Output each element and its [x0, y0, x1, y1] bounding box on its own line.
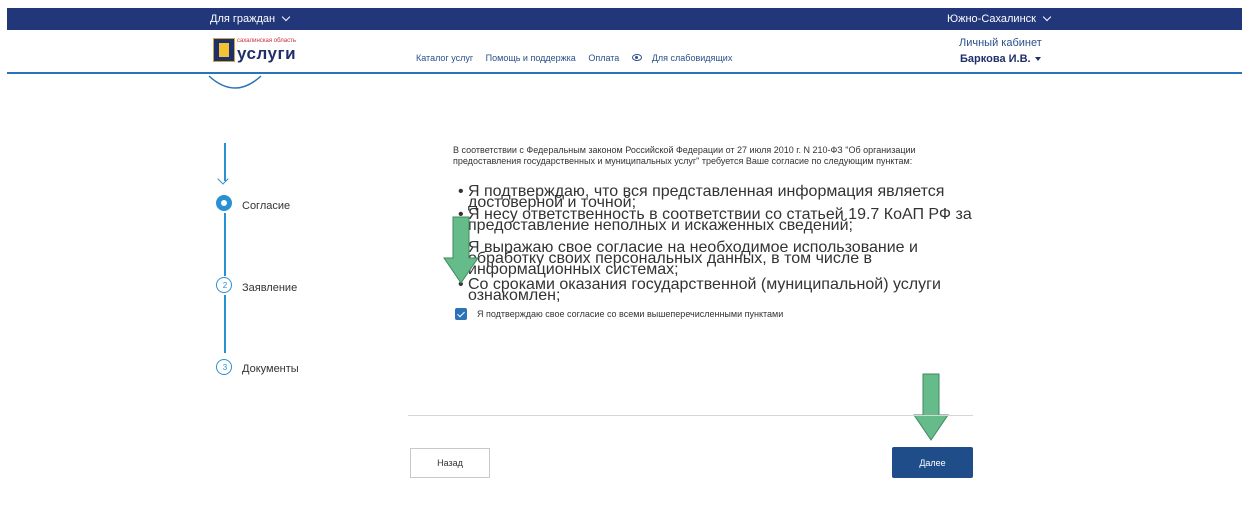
back-button[interactable]: Назад — [410, 448, 490, 478]
user-menu[interactable]: Баркова И.В. — [960, 53, 1041, 65]
step-3-number: 3 — [222, 363, 228, 372]
step-2-label[interactable]: Заявление — [242, 282, 297, 294]
eye-icon — [631, 54, 642, 61]
city-label: Южно-Сахалинск — [947, 13, 1036, 25]
consent-item: Со сроками оказания государственной (мун… — [458, 277, 978, 304]
nav-help[interactable]: Помощь и поддержка — [486, 53, 576, 63]
main-nav: Каталог услуг Помощь и поддержка Оплата … — [416, 53, 752, 63]
coat-of-arms-icon — [213, 38, 235, 62]
top-bar: Для граждан Южно-Сахалинск — [7, 8, 1242, 30]
step-3-label[interactable]: Документы — [242, 363, 299, 375]
city-dropdown[interactable]: Южно-Сахалинск — [947, 12, 1052, 25]
step-1-indicator — [216, 195, 232, 211]
caret-down-icon — [1034, 57, 1041, 61]
for-citizens-label: Для граждан — [210, 13, 276, 25]
step-2-indicator: 2 — [216, 277, 232, 293]
user-name: Баркова И.В. — [960, 53, 1031, 65]
nav-payment[interactable]: Оплата — [588, 53, 619, 63]
consent-item: Я выражаю свое согласие на необходимое и… — [458, 240, 978, 278]
nav-catalog[interactable]: Каталог услуг — [416, 53, 473, 63]
personal-cabinet-link[interactable]: Личный кабинет — [959, 37, 1042, 49]
logo-text: услуги — [237, 44, 297, 63]
step-1-label[interactable]: Согласие — [242, 200, 290, 212]
consent-item: Я несу ответственность в соответствии со… — [458, 207, 978, 234]
nav-accessibility-label: Для слабовидящих — [651, 53, 733, 63]
for-citizens-dropdown[interactable]: Для граждан — [210, 12, 291, 25]
form-divider — [408, 415, 973, 416]
hint-arrow-down-icon — [913, 373, 949, 441]
consent-intro: В соответствии с Федеральным законом Рос… — [453, 145, 916, 166]
consent-checkbox-label[interactable]: Я подтверждаю свое согласие со всеми выш… — [477, 309, 783, 319]
chevron-down-icon — [1042, 12, 1052, 22]
consent-checkbox[interactable] — [455, 308, 467, 320]
step-3-indicator: 3 — [216, 359, 232, 375]
consent-item: Я подтверждаю, что вся представленная ин… — [458, 184, 978, 211]
arrow-down-icon — [217, 173, 229, 185]
step-2-number: 2 — [222, 281, 228, 290]
hint-arrow-down-icon — [443, 216, 479, 284]
next-button[interactable]: Далее — [892, 447, 973, 478]
nav-accessibility[interactable]: Для слабовидящих — [631, 53, 743, 63]
header-divider — [7, 72, 1242, 74]
step-connector — [224, 213, 226, 276]
chevron-down-icon — [281, 12, 291, 22]
header-chevron-decoration — [208, 75, 262, 89]
step-connector — [224, 295, 226, 353]
consent-section: В соответствии с Федеральным законом Рос… — [453, 145, 983, 167]
